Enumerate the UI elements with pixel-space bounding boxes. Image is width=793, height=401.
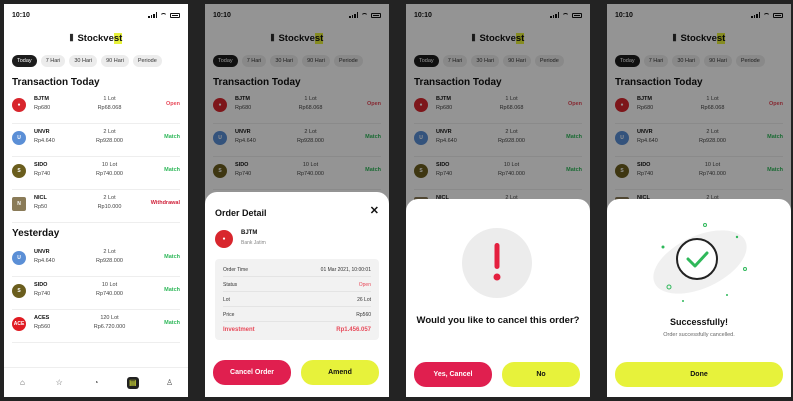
section-title-yesterday: Yesterday	[12, 228, 60, 239]
nicl-logo-icon: N	[12, 197, 26, 211]
success-subtitle: Order successfully cancelled.	[663, 332, 735, 338]
transaction-row[interactable]: U UNVR Rp4.640 2 Lot Rp928.000 Match	[12, 245, 180, 277]
sido-logo-icon: S	[12, 284, 26, 298]
chart-icon[interactable]: ◔	[90, 377, 102, 389]
transaction-row[interactable]: ● BJTM Rp680 1 Lot Rp68.068 Open	[12, 92, 180, 124]
cancel-order-button[interactable]: Cancel Order	[213, 360, 291, 385]
order-detail-title: Order Detail	[215, 208, 267, 218]
success-sheet: Successfully! Order successfully cancell…	[607, 199, 791, 397]
transaction-row[interactable]: S SIDO Rp740 10 Lot Rp740.000 Match	[12, 158, 180, 190]
amend-button[interactable]: Amend	[301, 360, 379, 385]
transaction-row[interactable]: N NICL Rp50 2 Lot Rp10.000 Withdrawal	[12, 191, 180, 223]
status-badge: Match	[164, 167, 180, 173]
profile-icon[interactable]: ♙	[164, 377, 176, 389]
order-detail-box: Order Time 01 Mar 2021, 10:00:01 Status Op…	[215, 259, 379, 340]
wifi-icon	[160, 12, 167, 18]
aces-logo-icon: ACE	[12, 317, 26, 331]
success-check-icon	[653, 223, 747, 302]
status-badge: Withdrawal	[150, 200, 180, 206]
status-bar: 10:10	[12, 10, 180, 20]
unvr-logo-icon: U	[12, 251, 26, 265]
unvr-logo-icon: U	[12, 131, 26, 145]
order-detail-screen: 10:10 ⫴ Stockvest Today 7 Hari 30 Hari 9…	[205, 4, 389, 397]
close-icon[interactable]: ✕	[370, 204, 379, 217]
success-title: Successfully!	[669, 317, 729, 327]
status-badge: Match	[164, 287, 180, 293]
status-time: 10:10	[12, 11, 30, 19]
tab-today[interactable]: Today	[12, 55, 37, 67]
yes-cancel-button[interactable]: Yes, Cancel	[414, 362, 492, 387]
brand-logo: ⫴ Stockvest	[69, 33, 123, 44]
period-tabs: Today 7 Hari 30 Hari 90 Hari Periode	[12, 55, 184, 67]
no-button[interactable]: No	[502, 362, 580, 387]
warning-icon	[462, 228, 532, 298]
transaction-row[interactable]: U UNVR Rp4.640 2 Lot Rp928.000 Match	[12, 125, 180, 157]
tab-90-hari[interactable]: 90 Hari	[101, 55, 129, 67]
status-badge: Open	[165, 101, 180, 107]
status-badge: Match	[164, 134, 180, 140]
order-detail-sheet: Order Detail ✕ ● BJTM Bank Jatim Order T…	[205, 192, 389, 397]
tab-periode[interactable]: Periode	[132, 55, 162, 67]
bjtm-logo-icon: ●	[12, 98, 26, 112]
transaction-row[interactable]: ACE ACES Rp560 120 Lot Rp6.720.000 Match	[12, 311, 180, 343]
home-icon[interactable]: ⌂	[16, 377, 28, 389]
cancel-success-screen: 10:10 ⫴ Stockvest Today 7 Hari 30 Hari 9…	[607, 4, 791, 397]
transaction-row[interactable]: S SIDO Rp740 10 Lot Rp740.000 Match	[12, 278, 180, 310]
signal-icon	[148, 12, 157, 18]
star-icon[interactable]: ☆	[53, 377, 65, 389]
orders-icon[interactable]: ▤	[126, 376, 139, 389]
battery-icon	[170, 12, 180, 18]
confirm-sheet: Would you like to cancel this order? Yes…	[406, 199, 590, 397]
sido-logo-icon: S	[12, 164, 26, 178]
status-badge: Match	[164, 320, 180, 326]
brand-icon: ⫴	[69, 33, 74, 43]
bottom-nav: ⌂ ☆ ◔ ▤ ♙	[4, 367, 188, 397]
cancel-confirm-screen: 10:10 ⫴ Stockvest Today 7 Hari 30 Hari 9…	[406, 4, 590, 397]
transaction-list-screen: 10:10 ⫴ Stockvest Today 7 Hari 30 Hari 9…	[4, 4, 188, 397]
confirm-question: Would you like to cancel this order?	[416, 315, 580, 326]
section-title-today: Transaction Today	[12, 77, 100, 88]
tab-7-hari[interactable]: 7 Hari	[40, 55, 66, 67]
bjtm-logo-icon: ●	[215, 230, 233, 248]
tab-30-hari[interactable]: 30 Hari	[69, 55, 98, 67]
status-badge: Match	[164, 254, 180, 260]
done-button[interactable]: Done	[615, 362, 783, 387]
order-stock-header: ● BJTM Bank Jatim	[215, 228, 379, 248]
